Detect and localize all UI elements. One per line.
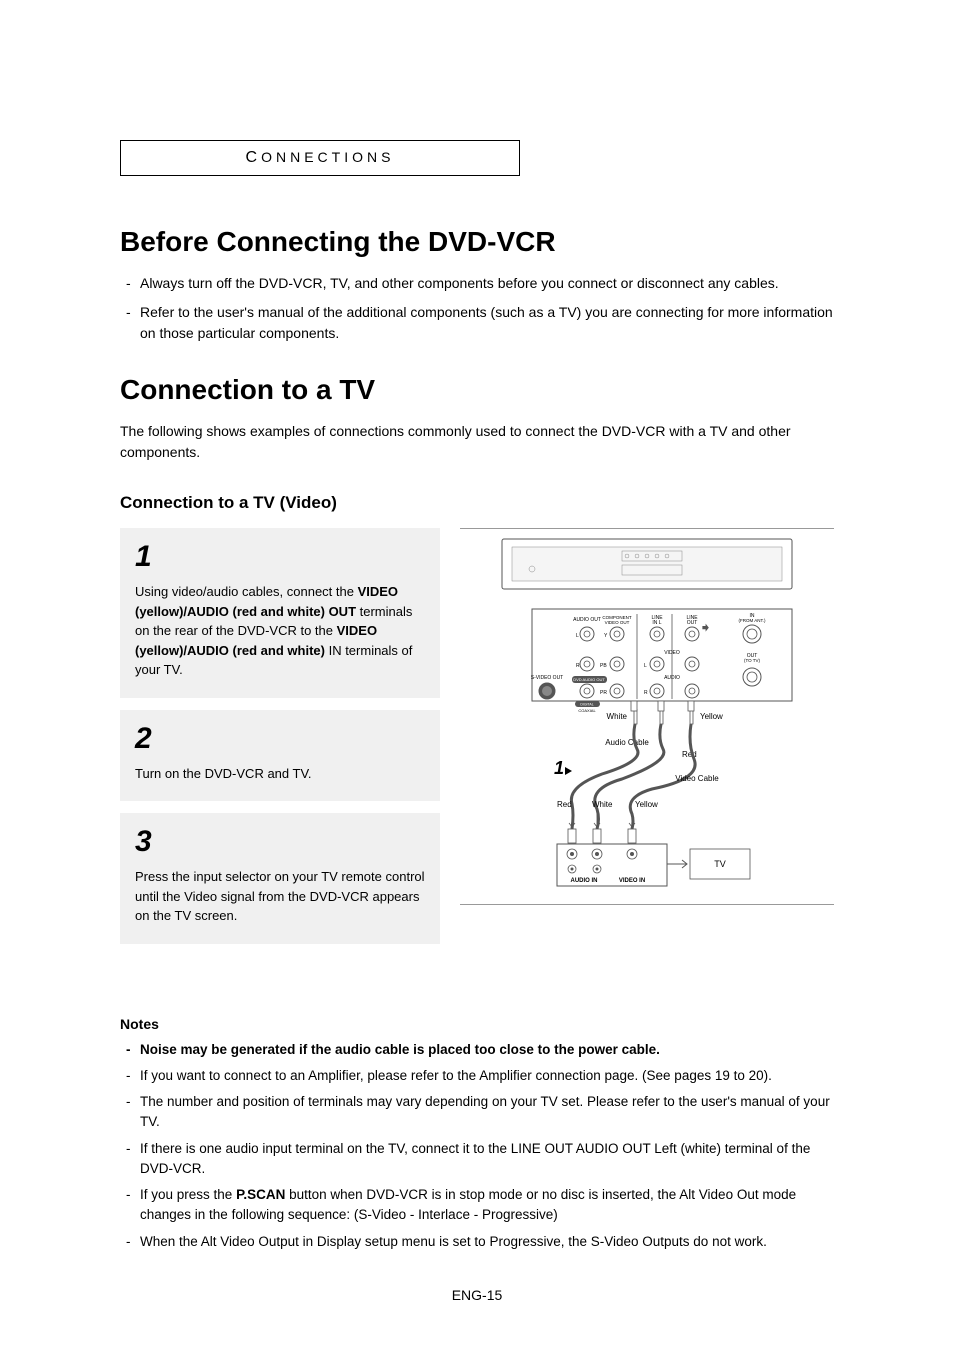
section-tab-text: CONNECTIONS — [246, 149, 395, 165]
notes-list: Noise may be generated if the audio cabl… — [120, 1040, 834, 1252]
step-text: Press the input selector on your TV remo… — [135, 867, 425, 926]
diagram-svg: AUDIO OUT COMPONENT VIDEO OUT LINE IN L … — [460, 529, 834, 899]
step-number: 2 — [135, 722, 425, 756]
label-white-top: White — [607, 712, 628, 721]
step-marker: 1 — [554, 758, 564, 778]
heading-connection-tv: Connection to a TV — [120, 374, 834, 406]
step-1: 1 Using video/audio cables, connect the … — [120, 528, 440, 698]
label-tv: TV — [714, 859, 726, 869]
label-yellow-bottom: Yellow — [635, 800, 658, 809]
label-audio: AUDIO — [664, 675, 680, 681]
connection-diagram: AUDIO OUT COMPONENT VIDEO OUT LINE IN L … — [460, 528, 834, 905]
bullet-item: Refer to the user's manual of the additi… — [120, 302, 834, 344]
label-pb: PB — [600, 663, 607, 669]
label-line-out2: OUT — [687, 620, 698, 626]
label-l: L — [576, 633, 579, 639]
step-number: 3 — [135, 825, 425, 859]
label-audio-cable: Audio Cable — [605, 738, 649, 747]
intro-text: The following shows examples of connecti… — [120, 421, 834, 463]
notes-heading: Notes — [120, 1016, 834, 1032]
note-item: When the Alt Video Output in Display set… — [120, 1232, 834, 1252]
label-from-ant: (FROM ANT.) — [739, 618, 766, 623]
step-2: 2 Turn on the DVD-VCR and TV. — [120, 710, 440, 802]
bullet-item: Always turn off the DVD-VCR, TV, and oth… — [120, 273, 834, 294]
label-to-tv: (TO TV) — [744, 658, 761, 663]
label-red-bottom: Red — [557, 800, 572, 809]
heading-before-connecting: Before Connecting the DVD-VCR — [120, 226, 834, 258]
label-yellow-top: Yellow — [700, 712, 723, 721]
label-coaxial: COAXIAL — [578, 708, 596, 713]
label-digital: DIGITAL — [580, 703, 593, 707]
notes-section: Notes Noise may be generated if the audi… — [120, 1016, 834, 1252]
label-white-bottom: White — [592, 800, 613, 809]
page-number: ENG-15 — [120, 1287, 834, 1303]
label-dvd-audio: DVD AUDIO OUT — [573, 677, 605, 682]
step-text: Using video/audio cables, connect the VI… — [135, 582, 425, 680]
label-l2: L — [644, 663, 647, 669]
label-r2: R — [644, 690, 648, 696]
before-connecting-bullets: Always turn off the DVD-VCR, TV, and oth… — [120, 273, 834, 344]
step-number: 1 — [135, 540, 425, 574]
step-3: 3 Press the input selector on your TV re… — [120, 813, 440, 944]
step-text: Turn on the DVD-VCR and TV. — [135, 764, 425, 784]
label-video: VIDEO — [664, 650, 680, 656]
label-line-inl2: IN L — [652, 620, 661, 626]
label-video-cable: Video Cable — [675, 774, 719, 783]
label-audio-out: AUDIO OUT — [573, 617, 601, 623]
section-tab: CONNECTIONS — [120, 140, 520, 176]
subheading-video: Connection to a TV (Video) — [120, 493, 834, 513]
label-audio-in: AUDIO IN — [571, 878, 598, 884]
label-svideo: S-VIDEO OUT — [531, 675, 564, 681]
note-item: If there is one audio input terminal on … — [120, 1139, 834, 1180]
note-item: If you want to connect to an Amplifier, … — [120, 1066, 834, 1086]
content-row: 1 Using video/audio cables, connect the … — [120, 528, 834, 956]
note-item: If you press the P.SCAN button when DVD-… — [120, 1185, 834, 1226]
diagram-column: AUDIO OUT COMPONENT VIDEO OUT LINE IN L … — [460, 528, 834, 956]
label-r: R — [576, 663, 580, 669]
note-item: Noise may be generated if the audio cabl… — [120, 1040, 834, 1060]
note-item: The number and position of terminals may… — [120, 1092, 834, 1133]
steps-column: 1 Using video/audio cables, connect the … — [120, 528, 440, 956]
label-video-in: VIDEO IN — [619, 878, 645, 884]
label-component2: VIDEO OUT — [605, 620, 630, 625]
label-pr: PR — [600, 690, 607, 696]
